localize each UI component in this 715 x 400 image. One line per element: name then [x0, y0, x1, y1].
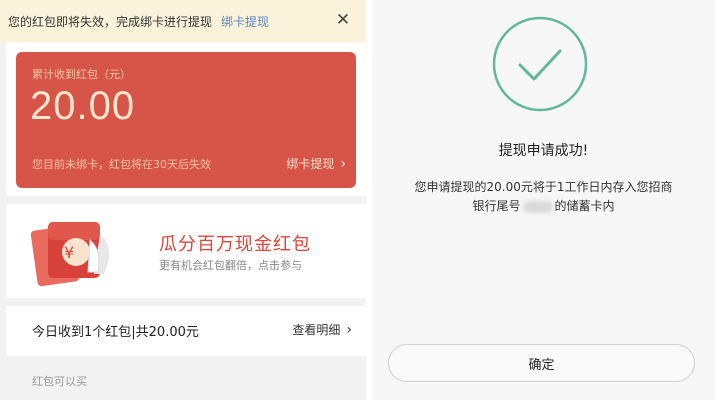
confirm-label: 确定	[528, 357, 555, 373]
redacted-card-number	[522, 200, 553, 213]
promo-banner[interactable]: ¥ 瓜分百万现金红包 更有机会红包翻倍，点击参与	[6, 204, 366, 298]
chevron-right-icon: ›	[340, 156, 346, 172]
card-tail-prefix: 银行尾号	[472, 199, 521, 213]
bind-card-button[interactable]: 绑卡提现 ›	[286, 155, 346, 172]
balance-section: 累计收到红包（元） 20.00 您目前未绑卡，红包将在30天后失效 绑卡提现 ›	[6, 42, 366, 196]
result-description-line1: 您申请提现的20.00元将于1工作日内存入您招商	[414, 180, 673, 194]
close-icon[interactable]: ✕	[334, 11, 352, 29]
view-details-link[interactable]: 查看明细 ›	[292, 321, 352, 338]
balance-amount: 20.00	[30, 84, 136, 128]
result-title: 提现申请成功!	[498, 143, 589, 159]
balance-label: 累计收到红包（元）	[32, 68, 131, 81]
promo-title: 瓜分百万现金红包	[159, 234, 311, 255]
promo-subtitle: 更有机会红包翻倍，点击参与	[159, 259, 302, 272]
balance-card: 累计收到红包（元） 20.00 您目前未绑卡，红包将在30天后失效 绑卡提现 ›	[16, 52, 356, 188]
notice-text: 您的红包即将失效，完成绑卡进行提现	[8, 14, 213, 29]
redpacket-panel: 您的红包即将失效，完成绑卡进行提现 绑卡提现 ✕ 累计收到红包（元） 20.00…	[0, 0, 366, 400]
bottom-caption: 红包可以买	[32, 375, 87, 388]
svg-text:¥: ¥	[64, 243, 74, 262]
card-tail-suffix: 的储蓄卡内	[554, 199, 615, 213]
today-summary-row[interactable]: 今日收到1个红包|共20.00元 查看明细 ›	[6, 306, 366, 356]
notice-bar: 您的红包即将失效，完成绑卡进行提现 绑卡提现 ✕	[0, 0, 366, 42]
today-summary-text: 今日收到1个红包|共20.00元	[32, 325, 199, 340]
success-check-icon	[492, 16, 588, 112]
bind-card-label: 绑卡提现	[286, 157, 335, 171]
view-details-label: 查看明细	[292, 323, 341, 337]
confirm-button[interactable]: 确定	[388, 344, 695, 382]
result-description-line2: 银行尾号 的储蓄卡内	[372, 197, 715, 214]
red-packet-icon: ¥	[30, 222, 110, 287]
chevron-right-icon: ›	[346, 322, 352, 338]
bind-card-link[interactable]: 绑卡提现	[221, 13, 269, 30]
expiry-note: 您目前未绑卡，红包将在30天后失效	[32, 158, 211, 171]
withdraw-result-panel: 提现申请成功! 您申请提现的20.00元将于1工作日内存入您招商 银行尾号 的储蓄…	[372, 0, 715, 400]
